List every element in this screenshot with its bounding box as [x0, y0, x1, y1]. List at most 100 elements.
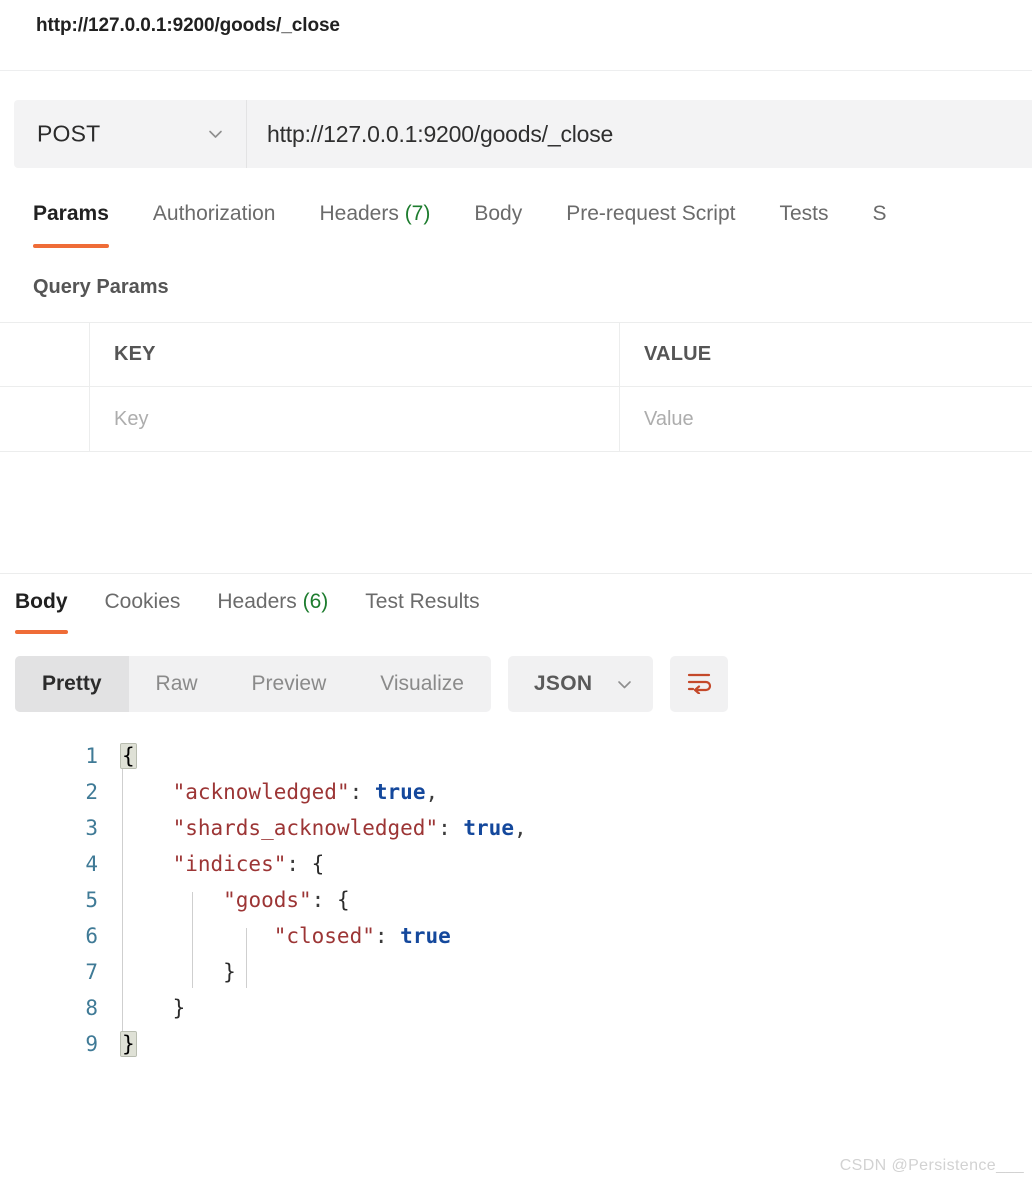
tab-label: Pre-request Script	[566, 202, 735, 225]
response-format-select[interactable]: JSON	[508, 656, 653, 712]
code-line-text: "indices": {	[122, 846, 324, 882]
code-line-text: {	[122, 738, 135, 774]
page-title: http://127.0.0.1:9200/goods/_close	[36, 15, 340, 37]
row-checkbox-cell[interactable]	[0, 387, 90, 451]
line-number: 4	[0, 846, 98, 882]
column-header-key-label: KEY	[114, 343, 156, 366]
column-header-key: KEY	[90, 323, 620, 386]
tab-label: Headers	[217, 590, 296, 613]
request-tab-body[interactable]: Body	[474, 196, 522, 248]
code-line: 4 "indices": {	[0, 846, 1032, 882]
response-tab-body[interactable]: Body	[15, 584, 68, 634]
tab-label: Tests	[779, 202, 828, 225]
json-punctuation	[122, 888, 223, 912]
param-key-input[interactable]: Key	[90, 387, 620, 451]
json-brace: }	[173, 996, 186, 1020]
json-brace: }	[121, 1032, 136, 1056]
select-all-cell[interactable]	[0, 323, 90, 386]
tab-label: Test Results	[365, 590, 479, 613]
param-value-input[interactable]: Value	[620, 387, 1032, 451]
column-header-value-label: VALUE	[644, 343, 711, 366]
code-line: 8 }	[0, 990, 1032, 1026]
json-punctuation	[122, 780, 173, 804]
view-mode-preview[interactable]: Preview	[225, 656, 354, 712]
chevron-down-icon	[207, 126, 224, 143]
tab-count-badge: (6)	[297, 590, 329, 613]
tab-count-badge: (7)	[399, 202, 431, 225]
json-brace: {	[337, 888, 350, 912]
code-line-text: "goods": {	[122, 882, 350, 918]
response-format-label: JSON	[534, 672, 592, 696]
json-boolean: true	[400, 924, 451, 948]
json-boolean: true	[375, 780, 426, 804]
watermark: CSDN @Persistence___	[840, 1157, 1024, 1175]
code-line: 7 }	[0, 954, 1032, 990]
response-tab-cookies[interactable]: Cookies	[105, 584, 181, 634]
json-punctuation: :	[375, 924, 400, 948]
json-punctuation: :	[286, 852, 311, 876]
request-tabs: Params Authorization Headers (7) Body Pre-re…	[0, 196, 1032, 258]
http-method-select[interactable]: POST	[14, 100, 247, 168]
tab-label: Body	[474, 202, 522, 225]
request-tab-tests[interactable]: Tests	[779, 196, 828, 248]
wrap-text-button[interactable]	[670, 656, 728, 712]
code-line-text: }	[122, 1026, 135, 1062]
http-method-label: POST	[37, 121, 100, 148]
url-input[interactable]: http://127.0.0.1:9200/goods/_close	[247, 100, 1032, 168]
wrap-text-icon	[685, 670, 713, 699]
code-line-text: "shards_acknowledged": true,	[122, 810, 527, 846]
json-punctuation	[122, 852, 173, 876]
tab-label: Headers	[319, 202, 398, 225]
query-params-table: KEY VALUE Key Value	[0, 322, 1032, 452]
line-number: 8	[0, 990, 98, 1026]
response-view-toolbar: PrettyRawPreviewVisualize JSON	[15, 656, 728, 712]
json-brace: {	[121, 744, 136, 768]
code-line: 1{	[0, 738, 1032, 774]
param-value-placeholder: Value	[644, 408, 694, 431]
response-tabs: Body Cookies Headers (6) Test Results	[15, 584, 517, 634]
table-row: Key Value	[0, 387, 1032, 451]
line-number: 6	[0, 918, 98, 954]
code-line: 3 "shards_acknowledged": true,	[0, 810, 1032, 846]
request-tab-strip: Params Authorization Headers (7) Body Pre-re…	[33, 196, 887, 248]
response-view-mode-group: PrettyRawPreviewVisualize	[15, 656, 491, 712]
json-brace: }	[223, 960, 236, 984]
view-mode-raw[interactable]: Raw	[129, 656, 225, 712]
json-punctuation: :	[438, 816, 463, 840]
table-header-row: KEY VALUE	[0, 323, 1032, 387]
code-line: 6 "closed": true	[0, 918, 1032, 954]
json-punctuation: :	[350, 780, 375, 804]
code-line: 5 "goods": {	[0, 882, 1032, 918]
response-divider	[0, 573, 1032, 574]
code-line-text: "acknowledged": true,	[122, 774, 438, 810]
line-number: 2	[0, 774, 98, 810]
request-tab-s[interactable]: S	[872, 196, 886, 248]
json-punctuation: ,	[425, 780, 438, 804]
json-punctuation	[122, 816, 173, 840]
code-line-text: }	[122, 990, 185, 1026]
code-line-text: }	[122, 954, 236, 990]
json-punctuation: :	[312, 888, 337, 912]
line-number: 9	[0, 1026, 98, 1062]
tab-label: S	[872, 202, 886, 225]
code-line-text: "closed": true	[122, 918, 451, 954]
request-tab-headers[interactable]: Headers (7)	[319, 196, 430, 248]
tab-label: Body	[15, 590, 68, 613]
tab-label: Params	[33, 202, 109, 225]
json-punctuation	[122, 960, 223, 984]
param-key-placeholder: Key	[114, 408, 148, 431]
request-tab-authorization[interactable]: Authorization	[153, 196, 276, 248]
request-tab-params[interactable]: Params	[33, 196, 109, 248]
json-punctuation	[122, 924, 274, 948]
line-number: 1	[0, 738, 98, 774]
view-mode-pretty[interactable]: Pretty	[15, 656, 129, 712]
response-body-code[interactable]: 1{2 "acknowledged": true,3 "shards_ackno…	[0, 738, 1032, 1078]
view-mode-visualize[interactable]: Visualize	[353, 656, 491, 712]
response-tab-headers[interactable]: Headers (6)	[217, 584, 328, 634]
url-input-value: http://127.0.0.1:9200/goods/_close	[267, 121, 613, 148]
response-tab-test-results[interactable]: Test Results	[365, 584, 479, 634]
json-key: "closed"	[274, 924, 375, 948]
json-key: "indices"	[173, 852, 287, 876]
code-line: 2 "acknowledged": true,	[0, 774, 1032, 810]
request-tab-pre-request-script[interactable]: Pre-request Script	[566, 196, 735, 248]
